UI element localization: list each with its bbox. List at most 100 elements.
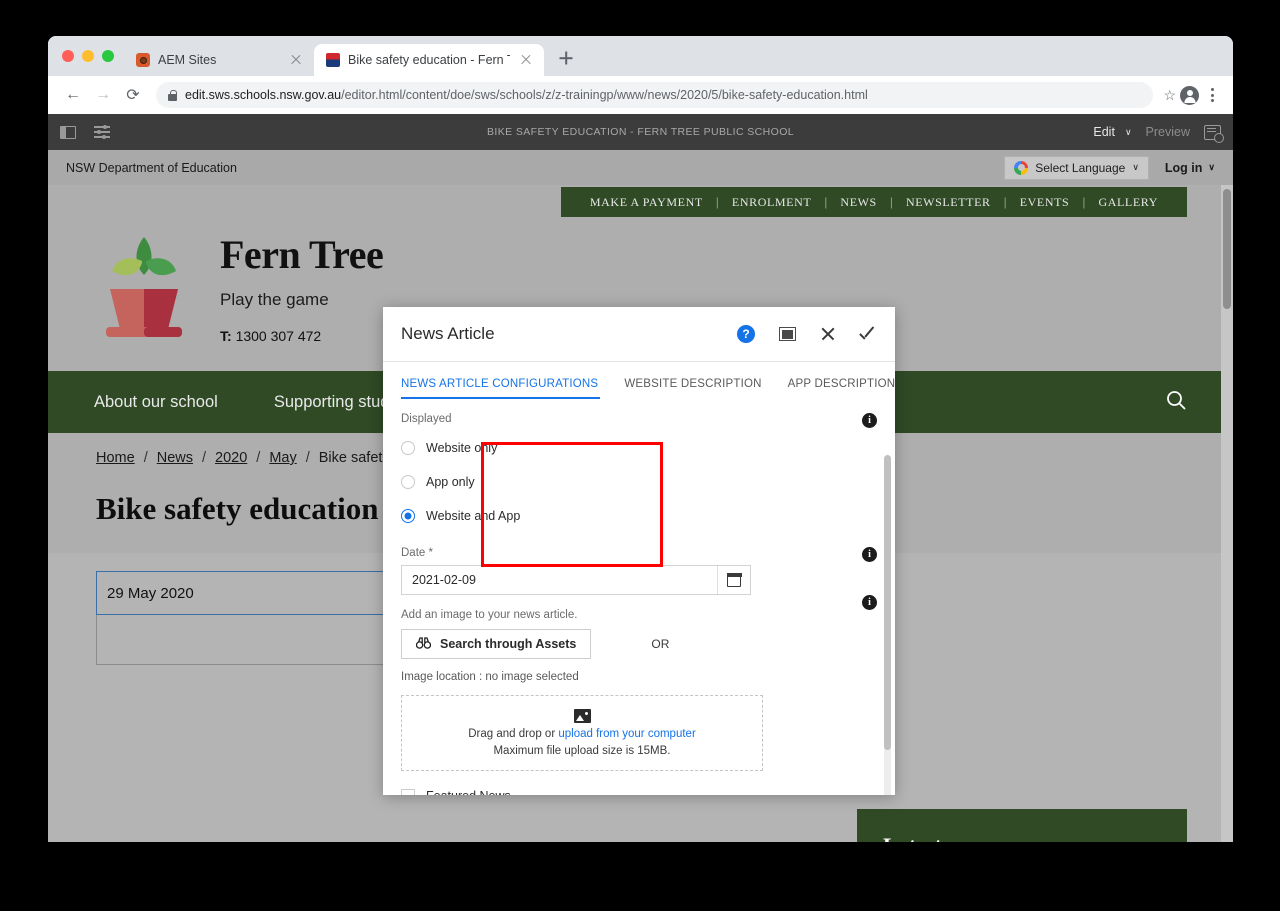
news-article-dialog: News Article ? NEWS ARTICLE CONFIGURATIO… — [383, 307, 895, 795]
close-icon[interactable] — [820, 326, 836, 342]
url-text: edit.sws.schools.nsw.gov.au/editor.html/… — [185, 88, 868, 102]
radio-button[interactable] — [401, 475, 415, 489]
login-menu[interactable]: Log in ∨ — [1165, 161, 1215, 175]
or-label: OR — [651, 637, 670, 651]
utility-nav-item-make-a-payment[interactable]: MAKE A PAYMENT — [577, 195, 716, 210]
address-bar[interactable]: edit.sws.schools.nsw.gov.au/editor.html/… — [156, 82, 1154, 108]
browser-tab-strip: AEM Sites Bike safety education - Fern T… — [48, 36, 1233, 76]
utility-nav-item-newsletter[interactable]: NEWSLETTER — [893, 195, 1004, 210]
close-icon[interactable] — [288, 52, 304, 68]
reload-icon[interactable]: ⟳ — [120, 82, 146, 108]
browser-window: AEM Sites Bike safety education - Fern T… — [48, 36, 1233, 842]
radio-label: Website only — [426, 441, 498, 455]
profile-avatar-icon[interactable] — [1180, 85, 1199, 105]
browser-tab-bike-safety[interactable]: Bike safety education - Fern Tr — [314, 44, 544, 76]
displayed-label: Displayed — [401, 413, 452, 425]
plant-logo-icon — [106, 237, 182, 337]
school-name: Fern Tree — [220, 232, 384, 277]
chevron-down-icon: ∨ — [1132, 162, 1139, 172]
school-logo-block: Fern Tree Play the game T: 1300 307 472 — [96, 231, 384, 344]
search-through-assets-button[interactable]: Search through Assets — [401, 629, 592, 659]
file-dropzone[interactable]: Drag and drop or upload from your comput… — [401, 695, 763, 771]
back-icon[interactable]: ← — [60, 82, 86, 108]
date-field: Date * 2021-02-09 — [401, 547, 862, 595]
breadcrumb-item-may[interactable]: May — [269, 450, 296, 466]
preview-button[interactable]: Preview — [1146, 125, 1190, 139]
aem-favicon-icon — [136, 53, 150, 67]
aem-toolbar-right: Edit ∨ Preview — [1093, 124, 1224, 143]
upload-link[interactable]: upload from your computer — [558, 728, 695, 740]
nsw-department-bar: NSW Department of Education Select Langu… — [48, 150, 1233, 185]
radio-button[interactable] — [401, 509, 415, 523]
latest-news-panel: Latest news NSW students return to the c… — [857, 809, 1187, 842]
utility-nav-item-enrolment[interactable]: ENROLMENT — [719, 195, 824, 210]
radio-button[interactable] — [401, 441, 415, 455]
school-contact: T: 1300 307 472 — [220, 328, 383, 344]
new-tab-button[interactable] — [552, 44, 580, 72]
help-icon[interactable]: ? — [737, 325, 755, 343]
page-properties-icon[interactable] — [94, 124, 110, 139]
bookmark-star-icon[interactable]: ☆ — [1163, 87, 1176, 104]
side-panel-icon[interactable] — [60, 125, 76, 139]
scrollbar-thumb[interactable] — [1223, 189, 1231, 309]
utility-nav-item-events[interactable]: EVENTS — [1007, 195, 1083, 210]
search-icon[interactable] — [1165, 389, 1187, 416]
fullscreen-icon[interactable] — [779, 327, 796, 341]
info-icon[interactable]: i — [862, 413, 877, 428]
confirm-check-icon[interactable] — [860, 328, 877, 341]
nav-item-about-our-school[interactable]: About our school — [66, 393, 246, 412]
forward-icon[interactable]: → — [90, 82, 116, 108]
radio-label: Website and App — [426, 509, 521, 523]
utility-nav-item-news[interactable]: NEWS — [827, 195, 889, 210]
image-note: Add an image to your news article. — [401, 609, 578, 621]
browser-tab-aem-sites[interactable]: AEM Sites — [124, 44, 314, 76]
tab-app-description[interactable]: APP DESCRIPTION — [788, 378, 895, 399]
lock-icon — [168, 89, 177, 101]
annotations-icon[interactable] — [1204, 124, 1224, 143]
featured-news-row[interactable]: Featured News — [401, 789, 877, 795]
breadcrumb-item-news[interactable]: News — [157, 450, 193, 466]
edit-mode-selector[interactable]: Edit ∨ — [1093, 125, 1131, 139]
window-traffic-lights — [58, 36, 124, 76]
featured-news-checkbox[interactable] — [401, 789, 415, 795]
image-location-text: Image location : no image selected — [401, 671, 579, 683]
breadcrumb-separator: / — [305, 450, 310, 466]
nsw-favicon-icon — [326, 53, 340, 67]
tab-title: AEM Sites — [158, 53, 217, 67]
radio-option-website-and-app[interactable]: Website and App — [401, 499, 862, 533]
login-label: Log in — [1164, 160, 1203, 175]
edit-mode-label: Edit — [1093, 125, 1115, 139]
calendar-picker-button[interactable] — [717, 566, 750, 594]
date-value[interactable]: 2021-02-09 — [402, 573, 717, 587]
school-identity: Fern Tree Play the game T: 1300 307 472 — [220, 231, 384, 344]
tab-website-description[interactable]: WEBSITE DESCRIPTION — [624, 378, 775, 399]
page-scrollbar[interactable] — [1221, 185, 1233, 842]
dialog-tabs: NEWS ARTICLE CONFIGURATIONS WEBSITE DESC… — [383, 361, 895, 399]
scrollbar-thumb[interactable] — [884, 455, 891, 750]
aem-page-title: BIKE SAFETY EDUCATION - FERN TREE PUBLIC… — [486, 126, 795, 138]
info-icon[interactable]: i — [862, 547, 877, 562]
utility-nav-item-gallery[interactable]: GALLERY — [1085, 195, 1171, 210]
close-icon[interactable] — [518, 52, 534, 68]
date-input[interactable]: 2021-02-09 — [401, 565, 751, 595]
dropzone-max-size: Maximum file upload size is 15MB. — [493, 745, 671, 757]
asset-search-row: Search through Assets OR — [401, 629, 862, 659]
browser-menu-icon[interactable] — [1203, 84, 1221, 106]
dialog-header: News Article ? — [383, 307, 895, 361]
aem-editor-toolbar: BIKE SAFETY EDUCATION - FERN TREE PUBLIC… — [48, 114, 1233, 150]
language-selector[interactable]: Select Language ∨ — [1004, 155, 1149, 180]
tab-news-article-configurations[interactable]: NEWS ARTICLE CONFIGURATIONS — [401, 378, 612, 399]
breadcrumb-item-home[interactable]: Home — [96, 450, 135, 466]
maximize-window-button[interactable] — [102, 50, 114, 62]
radio-option-website-only[interactable]: Website only — [401, 431, 862, 465]
breadcrumb-item-2020[interactable]: 2020 — [215, 450, 247, 466]
minimize-window-button[interactable] — [82, 50, 94, 62]
dialog-scrollbar[interactable] — [884, 455, 891, 795]
displayed-field: Displayed Website only App only Website … — [401, 413, 862, 537]
date-label: Date * — [401, 547, 433, 559]
close-window-button[interactable] — [62, 50, 74, 62]
image-field-row: Add an image to your news article. Searc… — [401, 595, 877, 683]
info-icon[interactable]: i — [862, 595, 877, 610]
phone-label: T: — [220, 328, 232, 344]
radio-option-app-only[interactable]: App only — [401, 465, 862, 499]
